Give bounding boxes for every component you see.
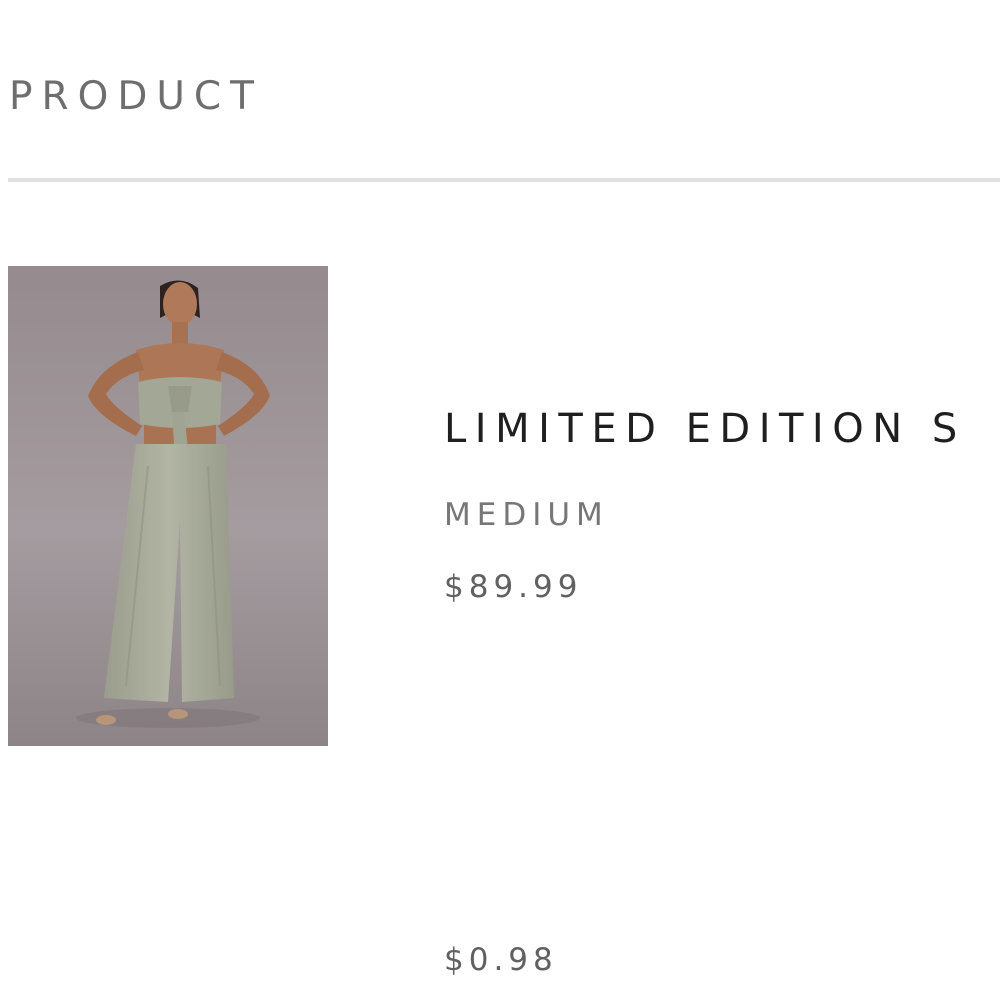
summary-price: $0.98 bbox=[444, 942, 558, 978]
section-header: PRODUCT bbox=[9, 74, 263, 119]
cart-page: PRODUCT LIMITED EDITION S MEDIUM $89.99 … bbox=[0, 0, 1000, 1000]
product-photo-illustration bbox=[8, 266, 328, 746]
product-name-link[interactable]: LIMITED EDITION S bbox=[444, 406, 966, 452]
divider bbox=[8, 178, 1000, 182]
product-price: $89.99 bbox=[444, 569, 583, 605]
product-size: MEDIUM bbox=[444, 497, 609, 533]
product-image[interactable] bbox=[8, 266, 328, 746]
